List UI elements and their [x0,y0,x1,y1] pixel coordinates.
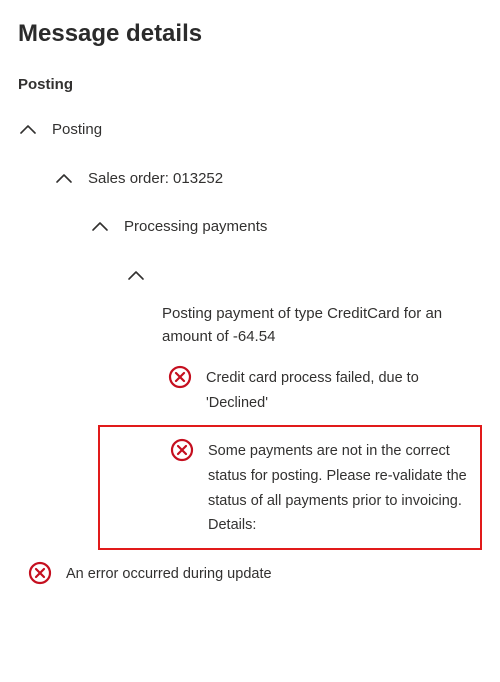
error-icon [168,365,192,389]
error-message-row: Some payments are not in the correct sta… [170,433,474,542]
tree-node-label: Posting [52,119,102,142]
error-message-text: An error occurred during update [66,560,272,587]
chevron-up-icon[interactable] [90,217,110,237]
error-message-row: An error occurred during update [28,556,482,591]
highlighted-error-box: Some payments are not in the correct sta… [98,425,482,550]
tree-node-body: Posting payment of type CreditCard for a… [162,298,482,361]
error-message-text: Some payments are not in the correct sta… [208,437,474,538]
error-message-text: Credit card process failed, due to 'Decl… [206,364,482,415]
chevron-up-icon[interactable] [18,120,38,140]
error-icon [28,561,52,585]
tree-node-posting: Posting [18,113,482,148]
chevron-up-icon[interactable] [126,266,146,286]
tree-node-label: Processing payments [124,216,267,239]
error-icon [170,438,194,462]
tree-node-processing-payments: Processing payments [90,210,482,245]
payment-detail-text: Posting payment of type CreditCard for a… [162,302,482,349]
error-message-row: Credit card process failed, due to 'Decl… [168,360,482,419]
page-title: Message details [18,20,482,48]
tree-node-sales-order: Sales order: 013252 [54,162,482,197]
chevron-up-icon[interactable] [54,169,74,189]
section-label: Posting [18,76,482,93]
tree-node-payment-detail [126,259,482,292]
tree-node-label: Sales order: 013252 [88,168,223,191]
